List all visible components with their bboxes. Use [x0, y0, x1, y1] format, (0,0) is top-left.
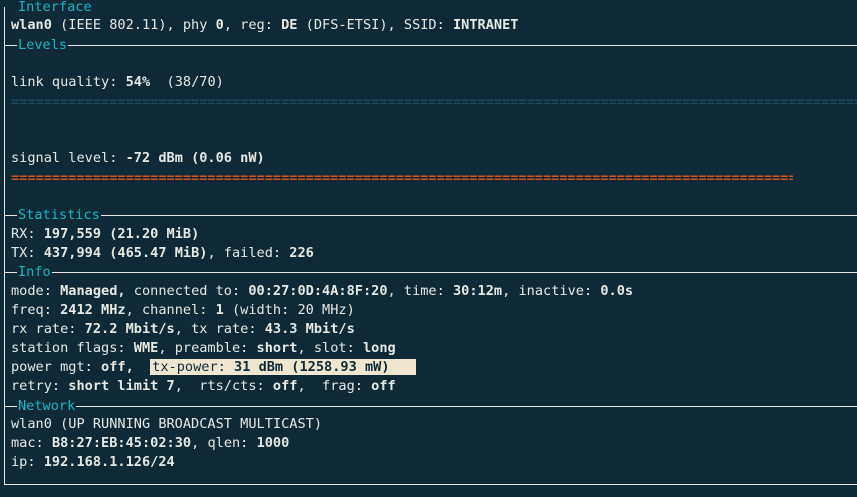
link-quality-line: link quality: 54% (38/70) — [11, 73, 224, 92]
network-iface: wlan0 — [11, 416, 52, 432]
slot-label: , slot: — [297, 340, 355, 356]
link-quality-raw: (38/70) — [166, 74, 224, 90]
interface-reg: DE — [281, 17, 298, 33]
width-text: (width: 20 MHz) — [232, 302, 355, 318]
frag-value: off — [371, 378, 396, 394]
mode-line: mode: Managed, connected to: 00:27:0D:4A… — [11, 282, 633, 301]
failed-value: 226 — [289, 245, 314, 261]
section-label-interface: Interface — [17, 0, 93, 15]
flags-value: WME — [133, 340, 159, 356]
separator-info — [4, 272, 857, 273]
rts-value: off — [272, 378, 298, 394]
channel-label: , channel: — [125, 302, 208, 318]
network-iface-line: wlan0 (UP RUNNING BROADCAST MULTICAST) — [11, 415, 322, 434]
qlen-label: , qlen: — [191, 435, 249, 451]
ip-line: ip: 192.168.1.126/24 — [11, 453, 175, 472]
power-mgt-label: power mgt: — [11, 359, 93, 375]
link-quality-bar: ========================================… — [11, 97, 857, 107]
section-label-statistics: Statistics — [17, 207, 101, 223]
rx-rate-label: rx rate: — [11, 321, 77, 337]
channel-value: 1 — [215, 302, 224, 318]
preamble-value: short — [256, 340, 298, 356]
link-quality-value: 54% — [125, 74, 151, 90]
time-label: , time: — [387, 283, 445, 299]
separator-statistics — [4, 215, 857, 216]
freq-value: 2412 MHz — [60, 302, 126, 318]
tx-power-highlight: tx-power: 31 dBm (1258.93 mW) — [150, 359, 417, 375]
flags-line: station flags: WME, preamble: short, slo… — [11, 339, 396, 358]
signal-level-line: signal level: -72 dBm (0.06 nW) — [11, 149, 265, 168]
interface-name: wlan0 — [11, 17, 52, 33]
tx-value: 437,994 (465.47 MiB) — [43, 245, 208, 261]
separator-levels — [4, 45, 857, 46]
ip-label: ip: — [11, 454, 36, 470]
interface-ssid: INTRANET — [453, 17, 519, 33]
rate-line: rx rate: 72.2 Mbit/s, tx rate: 43.3 Mbit… — [11, 320, 355, 339]
rx-label: RX: — [11, 226, 36, 242]
mac-label: mac: — [11, 435, 44, 451]
link-quality-label: link quality: — [11, 74, 118, 90]
slot-value: long — [362, 340, 396, 356]
mac-line: mac: B8:27:EB:45:02:30, qlen: 1000 — [11, 434, 289, 453]
interface-reg-extra: (DFS-ETSI), SSID: — [305, 17, 445, 33]
mac-value: B8:27:EB:45:02:30 — [51, 435, 192, 451]
freq-label: freq: — [11, 302, 52, 318]
rx-value: 197,559 (21.20 MiB) — [43, 226, 200, 242]
retry-label: retry: — [11, 378, 61, 394]
inactive-value: 0.0s — [600, 283, 634, 299]
section-label-info: Info — [17, 264, 52, 280]
tx-rate-value: 43.3 Mbit/s — [264, 321, 355, 337]
mode-value: Managed, — [60, 283, 126, 299]
mode-label: mode: — [11, 283, 52, 299]
tx-power-value: 31 dBm (1258.93 mW) — [234, 359, 390, 375]
frag-label: , frag: — [297, 378, 363, 394]
network-flags: (UP RUNNING BROADCAST MULTICAST) — [60, 416, 323, 432]
connected-value: 00:27:0D:4A:8F:20 — [248, 283, 388, 299]
failed-label: , failed: — [207, 245, 282, 261]
section-label-network: Network — [17, 398, 77, 414]
retry-value: short limit 7 — [68, 378, 175, 394]
rts-label: , rts/cts: — [174, 378, 265, 394]
time-value: 30:12m — [453, 283, 503, 299]
wavemon-terminal: Interface wlan0 (IEEE 802.11), phy 0, re… — [0, 0, 857, 497]
interface-standard: (IEEE 802.11), phy — [60, 17, 208, 33]
ip-value: 192.168.1.126/24 — [43, 454, 175, 470]
power-mgt-value: off, — [101, 359, 134, 375]
section-label-levels: Levels — [17, 37, 69, 53]
flags-label: station flags: — [11, 340, 126, 356]
connected-label: connected to: — [133, 283, 241, 299]
separator-network — [4, 406, 857, 407]
power-line: power mgt: off, tx-power: 31 dBm (1258.9… — [11, 358, 417, 377]
tx-power-label: tx-power: — [152, 359, 226, 375]
interface-phy: 0 — [215, 17, 224, 33]
rx-rate-value: 72.2 Mbit/s — [84, 321, 175, 337]
tx-rate-label: , tx rate: — [174, 321, 257, 337]
signal-level-bar: ========================================… — [11, 173, 793, 183]
rx-line: RX: 197,559 (21.20 MiB) — [11, 225, 199, 244]
interface-reg-label: , reg: — [223, 17, 273, 33]
tx-line: TX: 437,994 (465.47 MiB), failed: 226 — [11, 244, 314, 263]
signal-level-label: signal level: — [11, 150, 118, 166]
inactive-label: , inactive: — [502, 283, 593, 299]
retry-line: retry: short limit 7, rts/cts: off, frag… — [11, 377, 396, 396]
tx-label: TX: — [11, 245, 36, 261]
freq-line: freq: 2412 MHz, channel: 1 (width: 20 MH… — [11, 301, 355, 320]
signal-level-value: -72 dBm (0.06 nW) — [125, 150, 265, 166]
qlen-value: 1000 — [256, 435, 290, 451]
preamble-label: , preamble: — [158, 340, 249, 356]
interface-line: wlan0 (IEEE 802.11), phy 0, reg: DE (DFS… — [11, 16, 518, 35]
